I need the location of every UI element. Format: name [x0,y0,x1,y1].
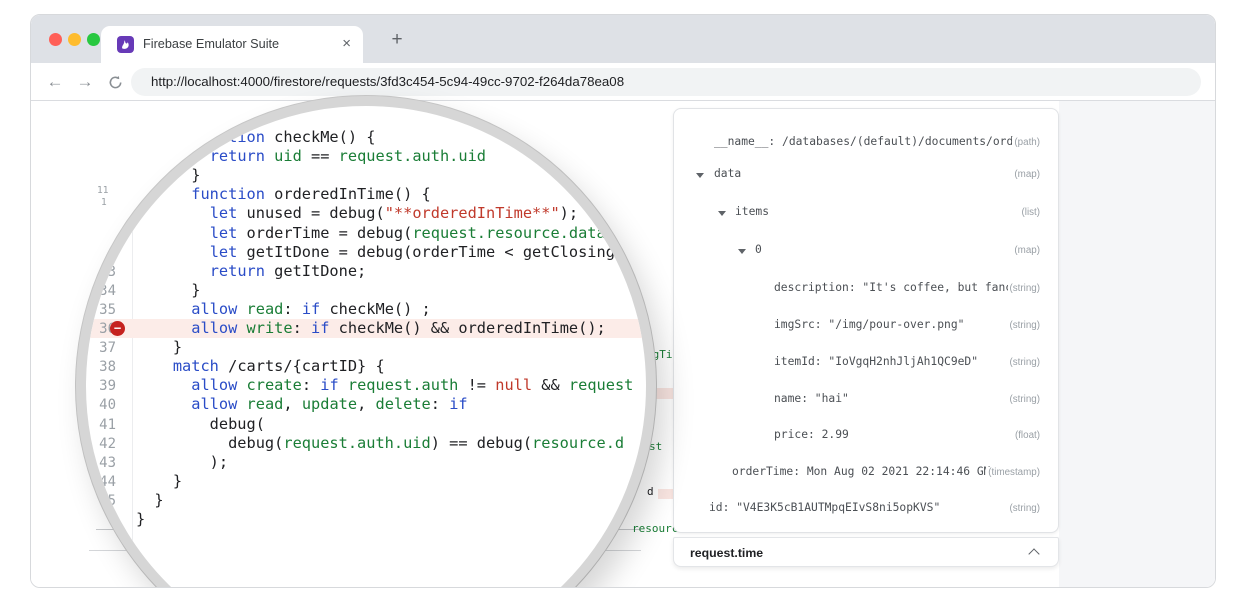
caret-down-icon[interactable] [696,173,704,178]
panel-background [1059,101,1215,587]
field-type-label: (timestamp) [986,467,1040,478]
url-bar[interactable]: http://localhost:4000/firestore/requests… [131,68,1201,96]
field-type-label: (map) [1012,169,1040,180]
code-line: 44 } [86,472,646,491]
code-line: 41 debug( [86,415,646,434]
code-line: 27 return uid == request.auth.uid [86,147,646,166]
browser-tab[interactable]: Firebase Emulator Suite × [101,26,363,63]
code-line: 45 } [86,491,646,510]
request-data-card: __name__: /databases/(default)/documents… [673,108,1059,533]
close-tab-icon[interactable]: × [342,35,351,52]
code-line: 43 ); [86,453,646,472]
inspector-field: itemId: "IoVgqH2nhJljAh1QC9eD" [774,355,978,368]
inspector-row: orderTime: Mon Aug 02 2021 22:14:46 GM…(… [674,463,1058,483]
firebase-emulator-favicon-icon [117,36,134,53]
code-line: 25 } [86,109,646,128]
inspector-row[interactable]: 0 (map) [674,241,1058,261]
code-line: 47 [86,529,646,548]
inspector-row: description: "It's coffee, but fanc…(str… [674,279,1058,299]
background-code-fragment: st [649,440,662,453]
code-line: 42 debug(request.auth.uid) == debug(reso… [86,434,646,453]
inspector-field: __name__: /databases/(default)/documents… [714,135,1027,148]
tab-title: Firebase Emulator Suite [143,37,279,51]
url-text: http://localhost:4000/firestore/requests… [151,74,624,89]
magnifier-lens: 25 }26 function checkMe() {27 return uid… [76,96,656,588]
inspector-field: name: "hai" [774,392,849,405]
code-line: 36− allow write: if checkMe() && ordered… [86,319,646,338]
code-line: 32 let getItDone = debug(orderTime < get… [86,243,646,262]
code-line: 38 match /carts/{cartID} { [86,357,646,376]
field-type-label: (path) [1012,137,1040,148]
field-type-label: (string) [1008,320,1040,331]
forward-icon[interactable]: → [73,70,97,94]
field-type-label: (float) [1013,430,1040,441]
code-lines: 25 }26 function checkMe() {27 return uid… [86,109,646,548]
inspector-row: itemId: "IoVgqH2nhJljAh1QC9eD" (string) [674,353,1058,373]
inspector-field: imgSrc: "/img/pour-over.png" [774,318,964,331]
inspector-field: items [735,205,769,218]
code-line: 33 return getItDone; [86,262,646,281]
field-type-label: (string) [1008,357,1040,368]
field-type-label: (list) [1020,207,1041,218]
inspector-field: id: "V4E3K5cB1AUTMpqEIvS8ni5opKVS" [709,501,940,514]
inspector-row[interactable]: data (map) [674,165,1058,185]
back-icon[interactable]: ← [43,70,67,94]
code-line: 28 } [86,166,646,185]
inspector-row[interactable]: items (list) [674,203,1058,223]
field-type-label: (map) [1012,245,1040,256]
code-line: 26 function checkMe() { [86,128,646,147]
minimize-window-button[interactable] [68,33,81,46]
browser-toolbar: ← → http://localhost:4000/firestore/requ… [31,63,1215,101]
close-window-button[interactable] [49,33,62,46]
code-line: 37 } [86,338,646,357]
inspector-row: imgSrc: "/img/pour-over.png" (string) [674,316,1058,336]
field-type-label: (string) [1008,394,1040,405]
browser-window: Firebase Emulator Suite × + ← → http://l… [30,14,1216,588]
inspector-field: description: "It's coffee, but fanc… [774,281,1019,294]
inspector-row: name: "hai" (string) [674,390,1058,410]
inspector-row: price: 2.99 (float) [674,426,1058,446]
inspector-field: data [714,167,741,180]
code-line: 39 allow create: if request.auth != null… [86,376,646,395]
reload-icon[interactable] [103,70,127,97]
tab-strip: Firebase Emulator Suite × + [31,15,1215,63]
new-tab-button[interactable]: + [383,27,411,55]
inspector-rows: __name__: /databases/(default)/documents… [674,109,1058,532]
background-code-fragment: d [647,485,654,498]
inspector-field: 0 [755,243,762,256]
collapse-chevron-icon[interactable] [1028,548,1039,559]
code-line: 35 allow read: if checkMe() ; [86,300,646,319]
inspector-field: price: 2.99 [774,428,849,441]
code-line: 29 function orderedInTime() { [86,185,646,204]
request-time-label: request.time [690,546,763,560]
rule-denied-icon: − [110,321,125,336]
caret-down-icon[interactable] [718,211,726,216]
field-type-label: (string) [1008,283,1040,294]
code-line: 46} [86,510,646,529]
request-time-footer[interactable]: request.time [673,537,1059,567]
inspector-field: orderTime: Mon Aug 02 2021 22:14:46 GM… [732,465,997,478]
inspector-row: id: "V4E3K5cB1AUTMpqEIvS8ni5opKVS" (strin… [674,499,1058,519]
code-line: 31 let orderTime = debug(request.resourc… [86,224,646,243]
code-line: 34 } [86,281,646,300]
zoom-window-button[interactable] [87,33,100,46]
field-type-label: (string) [1008,503,1040,514]
code-line: 30 let unused = debug("**orderedInTime**… [86,204,646,223]
code-line: 40 allow read, update, delete: if [86,395,646,414]
inspector-row: __name__: /databases/(default)/documents… [674,133,1058,153]
caret-down-icon[interactable] [738,249,746,254]
